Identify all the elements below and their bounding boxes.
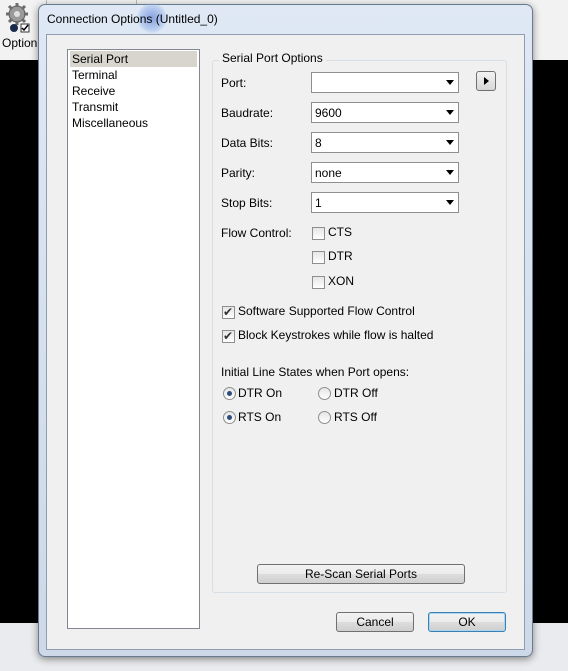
flow-control-label: Flow Control: [221,226,292,240]
dialog-title: Connection Options (Untitled_0) [47,12,218,26]
parity-label: Parity: [221,166,256,180]
software-flow-label[interactable]: Software Supported Flow Control [238,304,415,318]
stop-bits-label: Stop Bits: [221,196,273,210]
dtr-off-label[interactable]: DTR Off [334,386,378,400]
stop-bits-select[interactable]: 1 [311,192,459,213]
rts-off-label[interactable]: RTS Off [334,410,377,424]
category-item-terminal[interactable]: Terminal [70,67,197,83]
category-item-receive[interactable]: Receive [70,83,197,99]
data-bits-select[interactable]: 8 [311,132,459,153]
baudrate-label: Baudrate: [221,106,274,120]
baudrate-select[interactable]: 9600 [311,102,459,123]
ok-button[interactable]: OK [428,612,506,632]
group-title: Serial Port Options [219,51,326,65]
baudrate-value: 9600 [315,106,342,120]
cts-label[interactable]: CTS [328,225,352,239]
toolbar-label-option[interactable]: Option [2,36,37,50]
data-bits-value: 8 [315,136,322,150]
category-item-miscellaneous[interactable]: Miscellaneous [70,115,197,131]
dialog-client-area: Serial Port Terminal Receive Transmit Mi… [46,34,525,650]
category-item-transmit[interactable]: Transmit [70,99,197,115]
dtr-checkbox[interactable] [312,251,325,264]
connection-options-dialog: Connection Options (Untitled_0) Serial P… [38,3,533,657]
rts-on-label[interactable]: RTS On [238,410,281,424]
software-flow-checkbox[interactable]: ✔ [222,305,235,319]
rescan-serial-ports-button[interactable]: Re-Scan Serial Ports [257,564,465,584]
dropdown-arrow-icon [446,80,454,85]
stop-bits-value: 1 [315,196,322,210]
cancel-button[interactable]: Cancel [336,612,414,632]
parity-value: none [315,166,342,180]
line-states-title: Initial Line States when Port opens: [221,365,410,379]
category-list[interactable]: Serial Port Terminal Receive Transmit Mi… [67,49,200,629]
checkmark-icon: ✔ [223,305,234,319]
port-label: Port: [221,76,247,90]
block-keystrokes-checkbox[interactable]: ✔ [222,329,235,343]
port-select[interactable] [311,72,459,93]
dropdown-arrow-icon [446,170,454,175]
rts-off-radio[interactable] [318,411,331,424]
data-bits-label: Data Bits: [221,136,274,150]
xon-label[interactable]: XON [328,274,354,288]
gear-icon[interactable] [4,2,36,34]
right-arrow-icon [484,77,489,85]
dropdown-arrow-icon [446,110,454,115]
dtr-off-radio[interactable] [318,387,331,400]
block-keystrokes-label[interactable]: Block Keystrokes while flow is halted [238,328,433,342]
dtr-on-radio[interactable] [223,387,236,400]
parity-select[interactable]: none [311,162,459,183]
rts-on-radio[interactable] [223,411,236,424]
dtr-on-label[interactable]: DTR On [238,386,282,400]
dropdown-arrow-icon [446,140,454,145]
xon-checkbox[interactable] [312,276,325,289]
cts-checkbox[interactable] [312,227,325,240]
category-item-serial-port[interactable]: Serial Port [70,51,197,67]
dialog-titlebar[interactable]: Connection Options (Untitled_0) [39,3,532,33]
checkmark-icon: ✔ [223,329,234,343]
dropdown-arrow-icon [446,200,454,205]
port-more-button[interactable] [476,71,496,91]
dtr-label[interactable]: DTR [328,249,353,263]
